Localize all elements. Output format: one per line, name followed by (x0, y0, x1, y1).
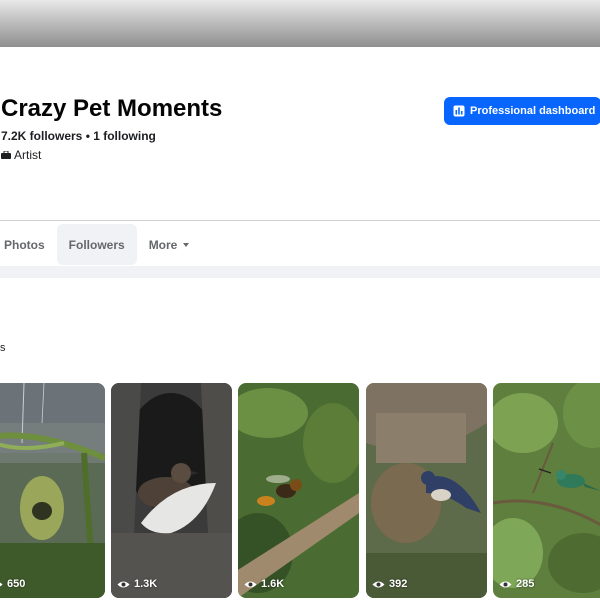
reel-1-image (0, 383, 105, 598)
tab-photos-label: Photos (4, 237, 45, 252)
view-count-label: 1.6K (261, 578, 285, 590)
reel-thumbnail[interactable]: 1.3K (111, 383, 232, 598)
eye-icon (499, 581, 512, 587)
eye-icon (244, 581, 257, 587)
view-count-label: 1.3K (134, 578, 158, 590)
tab-more-label: More (148, 237, 178, 252)
cover-photo[interactable] (0, 0, 600, 47)
reel-thumbnail[interactable]: 650 (0, 383, 105, 598)
bar-chart-icon (453, 105, 465, 117)
eye-icon (117, 581, 130, 587)
view-count-label: 650 (7, 578, 26, 590)
header-divider (0, 220, 600, 221)
view-count: 1.3K (117, 578, 157, 590)
reel-3-image (238, 383, 359, 598)
view-count: 1.6K (244, 578, 284, 590)
eye-icon (372, 581, 385, 587)
tab-photos[interactable]: Photos (0, 224, 57, 265)
section-title-partial: s (0, 342, 6, 354)
page-title: Crazy Pet Moments (1, 95, 223, 122)
tab-more[interactable]: More (137, 224, 202, 265)
caret-down-icon (183, 242, 190, 247)
view-count: 650 (0, 578, 25, 590)
follower-stats[interactable]: 7.2K followers • 1 following (1, 129, 156, 143)
reel-4-image (366, 383, 487, 598)
reel-thumbnail[interactable]: 285 (493, 383, 600, 598)
category-row: Artist (1, 148, 41, 162)
view-count: 285 (499, 578, 534, 590)
professional-dashboard-button[interactable]: Professional dashboard (444, 97, 600, 125)
tab-followers-label: Followers (68, 237, 125, 252)
eye-icon (0, 582, 3, 586)
view-count-label: 285 (516, 578, 535, 590)
profile-tabs: Photos Followers More (0, 224, 201, 265)
view-count: 392 (372, 578, 407, 590)
reel-2-image (111, 383, 232, 598)
reel-5-image (493, 383, 600, 598)
professional-dashboard-label: Professional dashboard (470, 105, 596, 117)
reel-thumbnail[interactable]: 392 (366, 383, 487, 598)
tab-followers[interactable]: Followers (56, 224, 137, 265)
reel-thumbnail[interactable]: 1.6K (238, 383, 359, 598)
category-label: Artist (14, 148, 42, 162)
view-count-label: 392 (389, 578, 408, 590)
briefcase-icon (1, 151, 11, 159)
